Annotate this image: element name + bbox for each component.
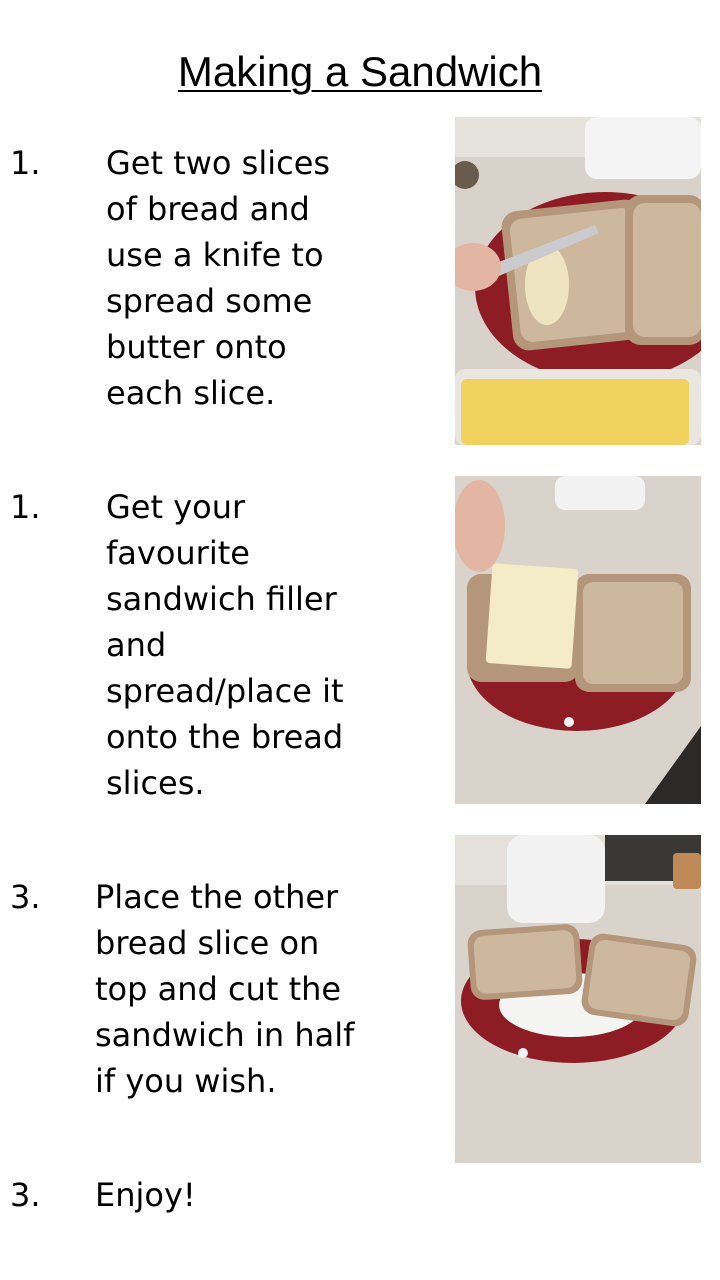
cheese-filling-photo xyxy=(455,476,701,804)
step-4-text: Enjoy! xyxy=(95,1172,196,1218)
step-2-line: slices. xyxy=(106,764,205,802)
step-2-line: Get your xyxy=(106,488,246,526)
step-4-number: 3. xyxy=(10,1176,41,1214)
page-title: Making a Sandwich xyxy=(177,48,543,95)
step-3-number: 3. xyxy=(10,878,41,916)
step-3-line: bread slice on xyxy=(95,924,320,962)
step-2-text: Get your favourite sandwich filler and s… xyxy=(106,484,344,806)
step-1-line: of bread and xyxy=(106,190,310,228)
step-2-number: 1. xyxy=(10,488,41,526)
step-2-line: sandwich filler xyxy=(106,580,337,618)
step-3-line: top and cut the xyxy=(95,970,342,1008)
step-3-line: sandwich in half xyxy=(95,1016,355,1054)
step-2-line: favourite xyxy=(106,534,250,572)
step-3-line: Place the other xyxy=(95,878,339,916)
step-1-line: Get two slices xyxy=(106,144,331,182)
step-1-number: 1. xyxy=(10,144,41,182)
step-2-line: and xyxy=(106,626,167,664)
step-4-line: Enjoy! xyxy=(95,1176,196,1214)
sandwich-cut-photo xyxy=(455,835,701,1163)
step-3-text: Place the other bread slice on top and c… xyxy=(95,874,354,1104)
step-1-line: spread some xyxy=(106,282,313,320)
step-1-line: butter onto xyxy=(106,328,287,366)
step-2-line: spread/place it xyxy=(106,672,344,710)
bread-buttering-photo xyxy=(455,117,701,445)
step-1-line: use a knife to xyxy=(106,236,324,274)
step-2-line: onto the bread xyxy=(106,718,344,756)
step-3-line: if you wish. xyxy=(95,1062,277,1100)
step-1-text: Get two slices of bread and use a knife … xyxy=(106,140,330,416)
step-1-line: each slice. xyxy=(106,374,276,412)
